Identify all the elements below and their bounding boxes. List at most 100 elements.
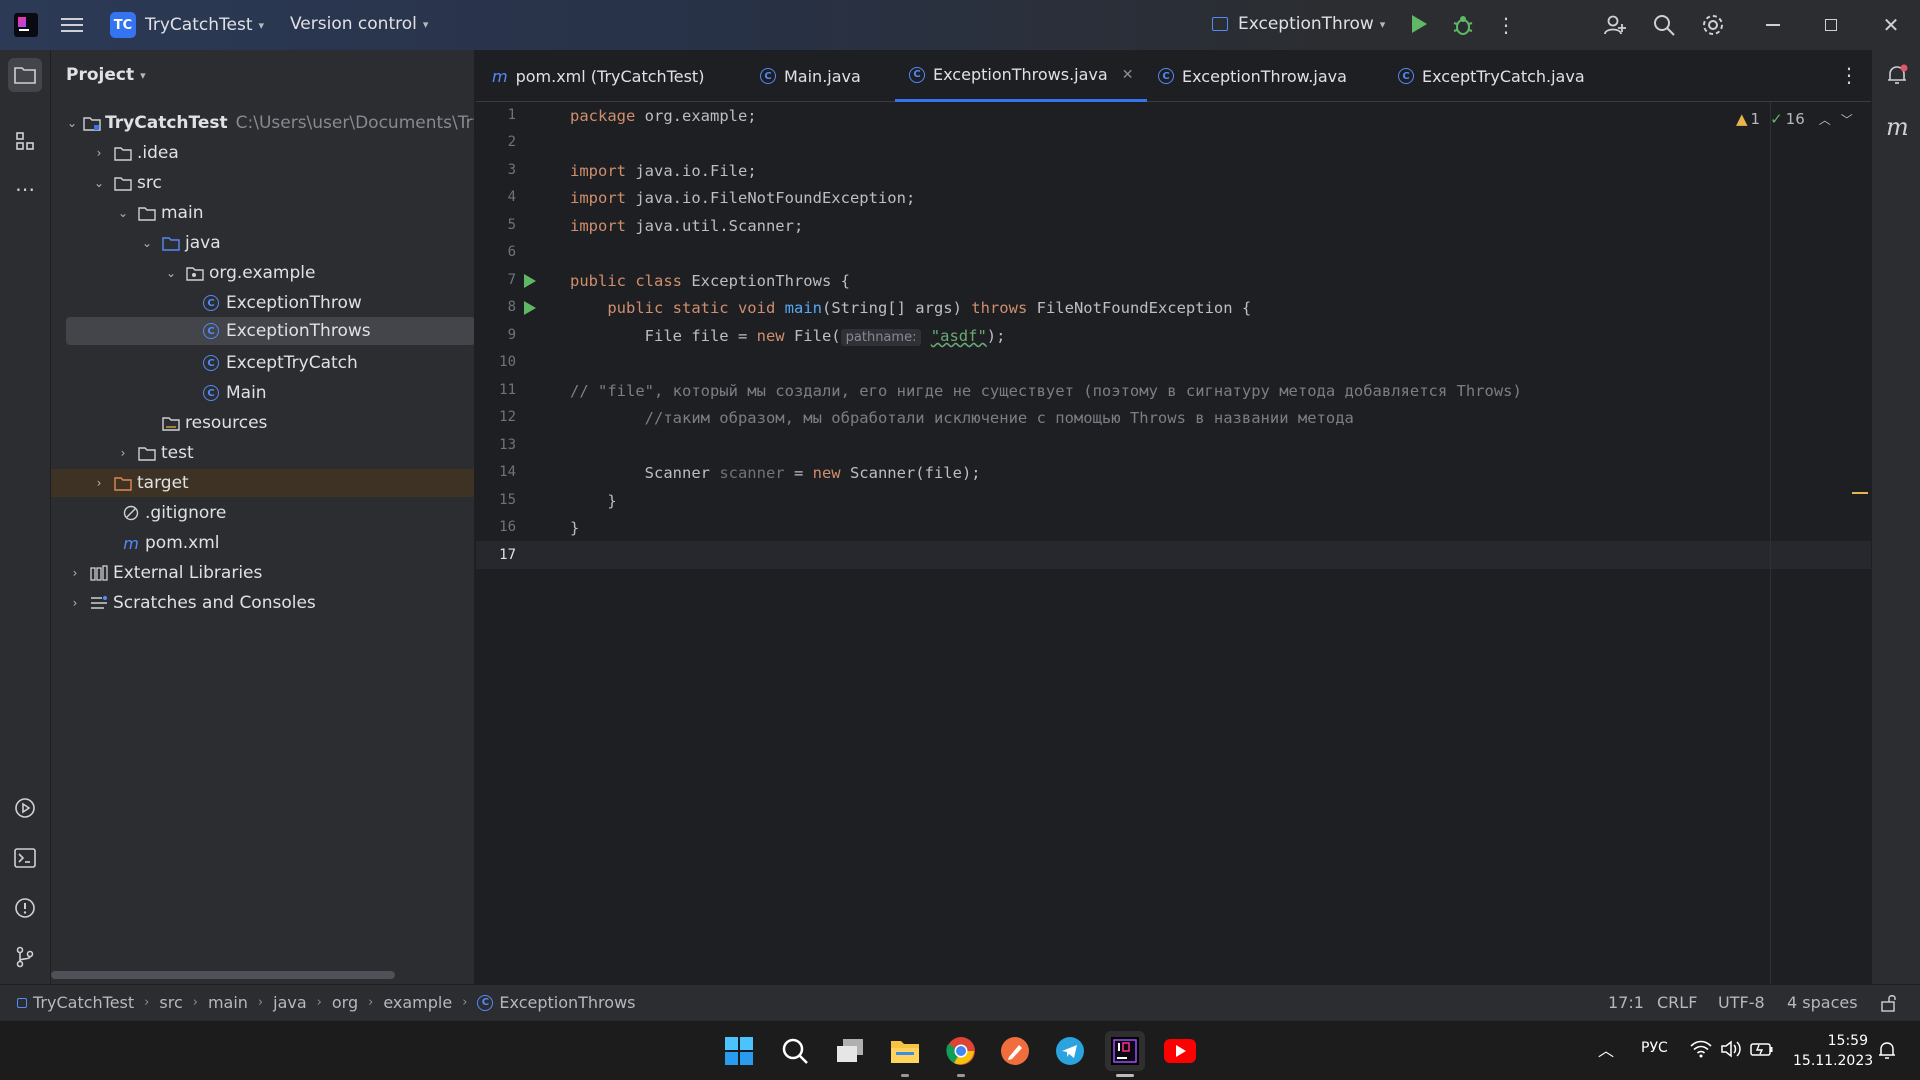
notifications-bell-icon[interactable] xyxy=(1885,63,1909,91)
structure-tool-icon[interactable] xyxy=(8,124,42,158)
chevron-down-icon[interactable]: ⌄ xyxy=(115,206,131,220)
java-class-icon: C xyxy=(203,323,219,339)
chevron-right-icon[interactable]: › xyxy=(91,146,107,160)
tab-excepttrycatch-java[interactable]: C ExceptTryCatch.java xyxy=(1398,50,1585,102)
tree-item-excepttrycatch[interactable]: C ExceptTryCatch xyxy=(51,349,474,377)
show-hidden-icons-icon[interactable]: ︿ xyxy=(1598,1037,1614,1061)
tree-item-exceptionthrows[interactable]: C ExceptionThrows xyxy=(66,317,474,345)
project-switcher[interactable]: TC TryCatchTest ▾ xyxy=(110,12,264,38)
code-area[interactable]: package org.example; import java.io.File… xyxy=(570,102,1870,984)
youtube-icon[interactable] xyxy=(1160,1031,1200,1071)
tree-item-external-libraries[interactable]: › External Libraries xyxy=(51,559,474,587)
tree-item-idea[interactable]: › .idea xyxy=(51,139,474,167)
add-user-icon[interactable] xyxy=(1603,13,1627,37)
tab-main-java[interactable]: C Main.java xyxy=(760,50,861,102)
chevron-down-icon[interactable]: ⌄ xyxy=(139,236,155,250)
restore-icon[interactable] xyxy=(1825,19,1837,31)
pen-app-icon[interactable] xyxy=(995,1031,1035,1071)
notification-center-icon[interactable] xyxy=(1877,1040,1897,1066)
clock[interactable]: 15:59 15.11.2023 xyxy=(1793,1031,1873,1071)
tree-root[interactable]: ⌄ TryCatchTest C:\Users\user\Documents\T… xyxy=(51,109,474,137)
tree-item-pom[interactable]: m pom.xml xyxy=(51,529,474,557)
file-explorer-icon[interactable] xyxy=(885,1031,925,1077)
tree-item-main[interactable]: ⌄ main xyxy=(51,199,474,227)
tree-item-exceptionthrow[interactable]: C ExceptionThrow xyxy=(51,289,474,317)
chevron-down-icon[interactable]: ⌄ xyxy=(163,266,179,280)
project-tool-icon[interactable] xyxy=(8,58,42,92)
chevron-down-icon[interactable]: ⌄ xyxy=(91,176,107,190)
tree-item-src[interactable]: ⌄ src xyxy=(51,169,474,197)
tree-item-scratches[interactable]: › Scratches and Consoles xyxy=(51,589,474,617)
indent-setting[interactable]: 4 spaces xyxy=(1787,993,1858,1012)
vcs-menu[interactable]: Version control ▾ xyxy=(290,14,428,34)
tab-pom[interactable]: m pom.xml (TryCatchTest) xyxy=(492,50,704,102)
tree-item-test[interactable]: › test xyxy=(51,439,474,467)
main-menu-icon[interactable] xyxy=(60,13,84,37)
more-tools-icon[interactable]: ⋯ xyxy=(8,172,42,206)
line-separator[interactable]: CRLF xyxy=(1657,993,1697,1012)
wifi-icon[interactable] xyxy=(1690,1040,1712,1062)
debug-icon[interactable] xyxy=(1451,13,1475,37)
git-tool-icon[interactable] xyxy=(8,940,42,974)
tree-item-target[interactable]: › target xyxy=(51,469,474,497)
vcs-menu-label: Version control xyxy=(290,14,417,34)
chevron-down-icon[interactable]: ⌄ xyxy=(67,116,77,130)
breadcrumb-item[interactable]: java xyxy=(273,993,307,1012)
tree-item-package[interactable]: ⌄ org.example xyxy=(51,259,474,287)
breadcrumb-item[interactable]: main xyxy=(208,993,248,1012)
chevron-right-icon[interactable]: › xyxy=(67,566,83,580)
tab-exceptionthrow-java[interactable]: C ExceptionThrow.java xyxy=(1158,50,1347,102)
input-language[interactable]: РУС xyxy=(1641,1040,1668,1056)
chevron-up-icon[interactable]: ︿ xyxy=(1819,111,1831,128)
run-icon[interactable] xyxy=(1412,15,1427,33)
maven-tool-icon[interactable]: m xyxy=(1886,113,1909,141)
run-gutter-icon[interactable] xyxy=(524,274,536,288)
breadcrumb-item[interactable]: example xyxy=(383,993,452,1012)
intellij-logo-icon[interactable] xyxy=(14,13,38,37)
tree-item-gitignore[interactable]: .gitignore xyxy=(51,499,474,527)
breadcrumb-item[interactable]: TryCatchTest xyxy=(33,993,134,1012)
close-window-icon[interactable]: ✕ xyxy=(1879,13,1903,37)
intellij-taskbar-icon[interactable] xyxy=(1105,1031,1145,1077)
chevron-right-icon[interactable]: › xyxy=(67,596,83,610)
tabs-menu-icon[interactable]: ⋮ xyxy=(1839,63,1859,87)
tree-item-resources[interactable]: resources xyxy=(51,409,474,437)
warning-marker[interactable] xyxy=(1852,492,1868,494)
inspections-widget[interactable]: ▲ 1 ✓ 16 ︿ ﹀ xyxy=(1736,110,1853,128)
file-encoding[interactable]: UTF-8 xyxy=(1718,993,1765,1012)
settings-gear-icon[interactable] xyxy=(1701,13,1725,37)
chrome-icon[interactable] xyxy=(941,1031,981,1077)
application-icon xyxy=(1212,17,1228,31)
more-actions-icon[interactable]: ⋮ xyxy=(1494,13,1518,37)
windows-start-icon[interactable] xyxy=(719,1031,759,1071)
tab-exceptionthrows-java[interactable]: C ExceptionThrows.java ✕ xyxy=(895,50,1148,102)
caret-position[interactable]: 17:1 xyxy=(1608,993,1644,1012)
libraries-icon xyxy=(89,565,109,581)
terminal-tool-icon[interactable] xyxy=(8,841,42,875)
task-view-icon[interactable] xyxy=(830,1031,870,1071)
run-config-selector[interactable]: ExceptionThrow ▾ xyxy=(1212,14,1385,34)
breadcrumb-item[interactable]: ExceptionThrows xyxy=(499,993,635,1012)
tree-item-main-class[interactable]: C Main xyxy=(51,379,474,407)
run-gutter-icon[interactable] xyxy=(524,301,536,315)
close-tab-icon[interactable]: ✕ xyxy=(1122,67,1134,83)
volume-icon[interactable] xyxy=(1720,1039,1742,1063)
warning-count: 1 xyxy=(1750,110,1761,128)
telegram-icon[interactable] xyxy=(1050,1031,1090,1071)
chevron-right-icon[interactable]: › xyxy=(91,476,107,490)
horizontal-scrollbar[interactable] xyxy=(51,971,395,979)
minimize-icon[interactable] xyxy=(1766,24,1780,26)
chevron-right-icon[interactable]: › xyxy=(115,446,131,460)
problems-tool-icon[interactable] xyxy=(8,891,42,925)
unlock-icon[interactable] xyxy=(1881,994,1897,1016)
breadcrumb-item[interactable]: src xyxy=(159,993,182,1012)
services-tool-icon[interactable] xyxy=(8,791,42,825)
search-icon[interactable] xyxy=(775,1031,815,1071)
breadcrumb-item[interactable]: org xyxy=(332,993,358,1012)
line-number: 12 xyxy=(499,409,516,425)
battery-icon[interactable] xyxy=(1750,1041,1774,1061)
chevron-down-icon[interactable]: ﹀ xyxy=(1841,111,1853,128)
project-view-selector[interactable]: Project ▾ xyxy=(66,65,146,85)
tree-item-java[interactable]: ⌄ java xyxy=(51,229,474,257)
search-icon[interactable] xyxy=(1652,13,1676,37)
